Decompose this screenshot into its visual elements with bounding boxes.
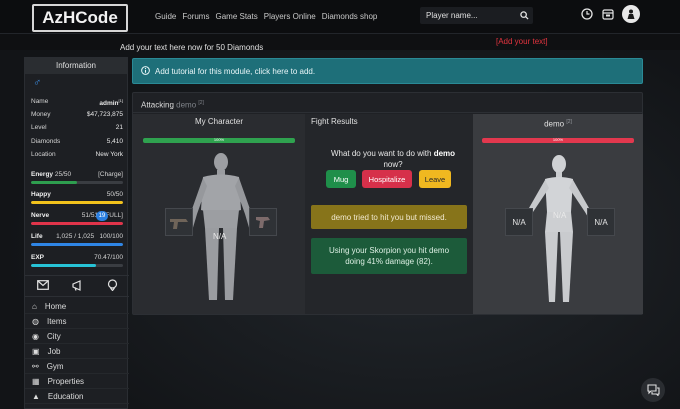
- my-hp-text: 100%: [213, 137, 225, 142]
- armor-na: N/A: [213, 232, 227, 241]
- mail-icon[interactable]: [36, 280, 49, 292]
- player-search: [420, 7, 533, 24]
- fight-question: What do you want to do with demo now?: [330, 149, 456, 169]
- promo-link[interactable]: [Add your text]: [496, 37, 548, 46]
- exp-label: EXP 70.47/100: [31, 254, 123, 261]
- promo-text: Add your text here now for 50 Diamonds: [120, 43, 264, 52]
- energy-bar: [31, 181, 123, 184]
- info-money: Money $47,723,875: [31, 111, 123, 118]
- building-icon: ▦: [32, 376, 40, 386]
- search-icon[interactable]: [515, 7, 533, 24]
- my-character-column: N/A: [133, 114, 305, 314]
- menu-items[interactable]: ◍ Items: [25, 314, 129, 329]
- top-navbar: AzHCode Guide Forums Game Stats Players …: [0, 0, 680, 34]
- energy-label: Energy 25/50 [Charge]: [31, 171, 123, 178]
- clock-icon[interactable]: [580, 7, 594, 21]
- menu-job[interactable]: ▣ Job: [25, 344, 129, 359]
- menu-city[interactable]: ◉ City: [25, 329, 129, 344]
- opponent-column: N/A N/A N/A: [473, 114, 643, 314]
- life-bar: [31, 243, 123, 246]
- nav-players-online[interactable]: Players Online: [264, 12, 316, 21]
- opponent-hp-text: 100%: [552, 137, 564, 142]
- nerve-label: Nerve 51/51 [FULL]: [31, 212, 123, 219]
- sidebar-title: Information: [25, 58, 127, 74]
- col-opponent: demo [2]: [544, 119, 572, 129]
- fight-message-miss: demo tried to hit you but missed.: [311, 205, 467, 229]
- weapon-slot-right[interactable]: [249, 208, 277, 236]
- main-nav: Guide Forums Game Stats Players Online D…: [155, 12, 377, 21]
- menu-education[interactable]: ▲ Education: [25, 389, 129, 404]
- nav-game-stats[interactable]: Game Stats: [215, 12, 257, 21]
- nav-guide[interactable]: Guide: [155, 12, 176, 21]
- info-level: Level 21: [31, 124, 123, 131]
- menu-home[interactable]: ⌂ Home: [25, 299, 129, 314]
- opponent-weapon-slot-right[interactable]: N/A: [587, 208, 615, 236]
- exp-bar: [31, 264, 123, 267]
- happy-label: Happy 50/50: [31, 191, 123, 198]
- items-icon: ◍: [32, 316, 39, 326]
- chat-icon[interactable]: [641, 378, 665, 402]
- tutorial-text: Add tutorial for this module, click here…: [155, 66, 316, 76]
- opponent-weapon-slot-left[interactable]: N/A: [505, 208, 533, 236]
- dumbbell-icon: ⚯: [32, 361, 39, 371]
- panel-title: Attacking demo [2]: [133, 93, 642, 113]
- megaphone-icon[interactable]: [71, 279, 84, 293]
- notification-icon[interactable]: [107, 279, 118, 293]
- player-name: admin: [99, 100, 119, 108]
- briefcase-icon: ▣: [32, 346, 40, 356]
- opponent-armor-na: N/A: [553, 211, 567, 220]
- sidebar: Information ♂ Name admin[1] Money $47,723…: [24, 57, 129, 409]
- site-logo[interactable]: AzHCode: [32, 4, 128, 32]
- tutorial-bar[interactable]: Add tutorial for this module, click here…: [132, 58, 643, 84]
- graduation-icon: ▲: [32, 391, 40, 401]
- leave-button[interactable]: Leave: [419, 170, 451, 188]
- info-location: Location New York: [31, 151, 123, 158]
- weapon-slot-left[interactable]: [165, 208, 193, 236]
- avatar-icon[interactable]: [622, 5, 640, 23]
- male-icon: ♂: [33, 77, 42, 89]
- nav-diamonds-shop[interactable]: Diamonds shop: [322, 12, 378, 21]
- sidebar-quick-icons: [25, 275, 129, 297]
- info-icon: [141, 65, 150, 77]
- energy-charge-link[interactable]: [Charge]: [98, 171, 123, 178]
- hospitalize-button[interactable]: Hospitalize: [362, 170, 412, 188]
- fight-message-hit: Using your Skorpion you hit demo doing 4…: [311, 238, 467, 274]
- promo-bar: [0, 34, 680, 50]
- col-fight-results: Fight Results: [311, 117, 358, 126]
- nav-forums[interactable]: Forums: [182, 12, 209, 21]
- mug-button[interactable]: Mug: [326, 170, 356, 188]
- info-diamonds: Diamonds 5,410: [31, 138, 123, 145]
- info-name: Name admin[1]: [31, 98, 123, 108]
- menu-properties[interactable]: ▦ Properties: [25, 374, 129, 389]
- happy-bar: [31, 201, 123, 204]
- home-icon: ⌂: [32, 301, 37, 311]
- life-label: Life 1,025 / 1,025 100/100: [31, 233, 123, 240]
- col-my-character: My Character: [194, 117, 243, 126]
- menu-gym[interactable]: ⚯ Gym: [25, 359, 129, 374]
- notification-badge: 19: [96, 211, 108, 221]
- globe-icon: ◉: [32, 331, 39, 341]
- search-input[interactable]: [420, 7, 515, 24]
- calendar-icon[interactable]: [601, 7, 615, 21]
- attack-panel: Attacking demo [2] N/A My Character 100%…: [132, 92, 643, 315]
- nerve-bar: [31, 222, 123, 225]
